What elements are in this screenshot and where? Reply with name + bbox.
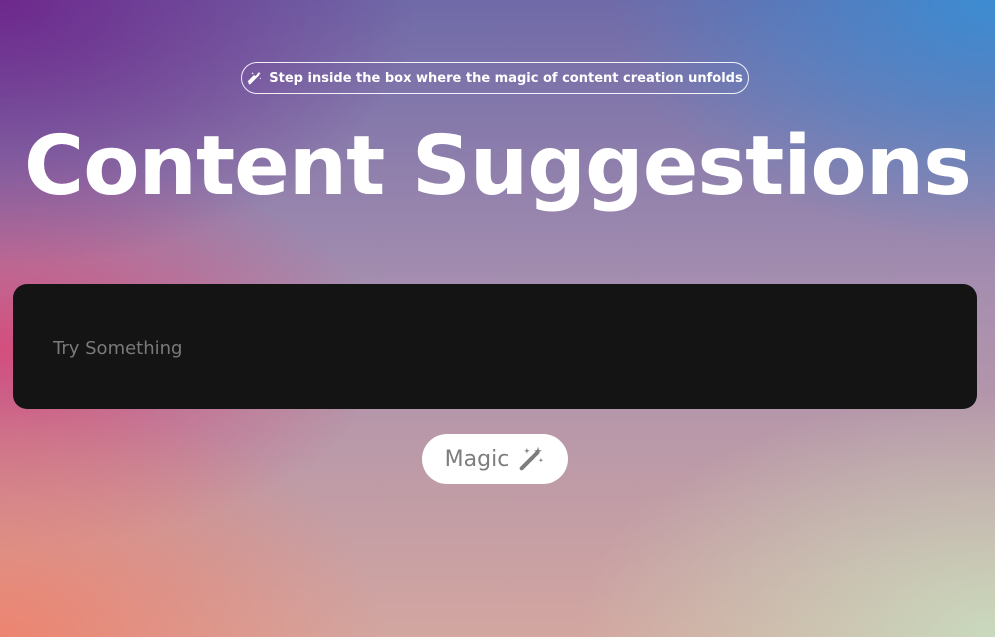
magic-button-label: Magic — [444, 446, 510, 472]
magic-wand-icon — [517, 445, 545, 473]
prompt-input[interactable] — [53, 328, 933, 368]
magic-wand-icon — [247, 70, 263, 86]
magic-button[interactable]: Magic — [422, 434, 568, 484]
tagline-text: Step inside the box where the magic of c… — [269, 70, 743, 86]
page-title: Content Suggestions — [24, 119, 972, 214]
tagline-badge: Step inside the box where the magic of c… — [241, 62, 749, 94]
prompt-container — [13, 284, 977, 409]
